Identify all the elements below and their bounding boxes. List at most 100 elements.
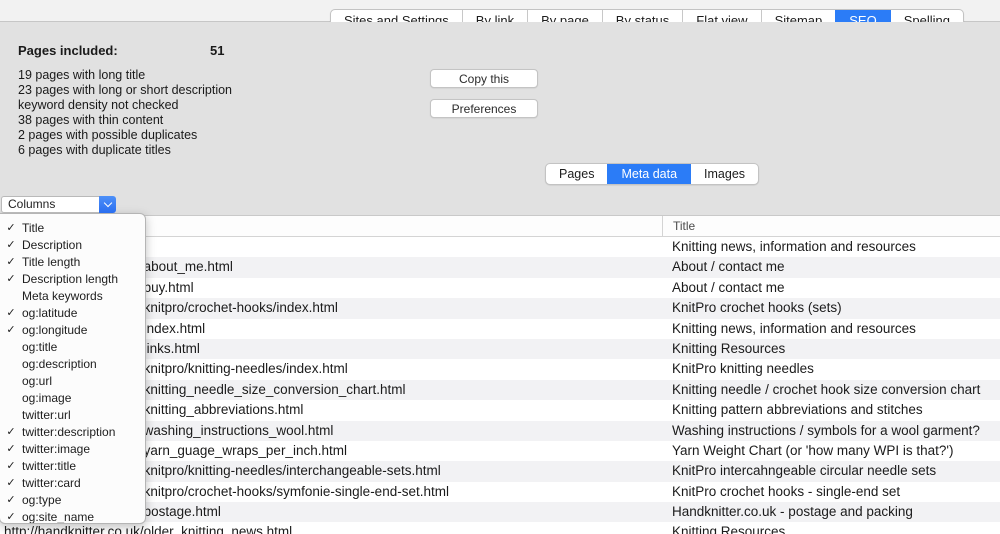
summary-line: 38 pages with thin content [18,113,232,128]
checkmark-icon: ✓ [0,221,22,234]
table-row[interactable]: http://handknitter.co.uk/postage.htmlHan… [0,502,1000,522]
menu-item-og-type[interactable]: ✓og:type [0,491,145,508]
row-title-cell: About / contact me [662,257,1000,277]
menu-item-twitter-url[interactable]: twitter:url [0,406,145,423]
table-row[interactable]: http://handknitter.co.uk/buy.htmlAbout /… [0,278,1000,298]
checkmark-icon: ✓ [0,476,22,489]
menu-item-label: og:latitude [22,306,77,320]
summary-line: 19 pages with long title [18,68,232,83]
menu-item-og-longitude[interactable]: ✓og:longitude [0,321,145,338]
summary-line: 23 pages with long or short description [18,83,232,98]
menu-item-description[interactable]: ✓Description [0,236,145,253]
menu-item-label: Title length [22,255,80,269]
table-row[interactable]: http://handknitter.co.uk/links.htmlKnitt… [0,339,1000,359]
row-title-cell: About / contact me [662,278,1000,298]
row-title-cell: KnitPro crochet hooks - single-end set [662,482,1000,502]
checkmark-icon: ✓ [0,306,22,319]
menu-item-og-site-name[interactable]: ✓og:site_name [0,508,145,524]
row-title-cell: Knitting Resources [662,522,1000,534]
menu-item-label: og:description [22,357,97,371]
checkmark-icon: ✓ [0,255,22,268]
pages-included-count: 51 [210,43,224,58]
seo-summary-panel: Pages included: 51 19 pages with long ti… [0,22,1000,215]
summary-line: 2 pages with possible duplicates [18,128,232,143]
app-window: Sites and SettingsBy linkBy pageBy statu… [0,0,1000,534]
menu-item-label: Title [22,221,44,235]
menu-item-label: Description [22,238,82,252]
columns-button-label: Columns [1,196,99,213]
table-row[interactable]: http://handknitter.co.uk/knitting_abbrev… [0,400,1000,420]
table-row[interactable]: http://handknitter.co.uk/washing_instruc… [0,421,1000,441]
menu-item-label: twitter:description [22,425,115,439]
preferences-button[interactable]: Preferences [430,99,538,118]
menu-item-twitter-image[interactable]: ✓twitter:image [0,440,145,457]
columns-dropdown-button[interactable]: Columns [1,196,116,213]
table-row[interactable]: http://handknitter.co.uk/knitpro/crochet… [0,298,1000,318]
menu-item-label: Meta keywords [22,289,103,303]
menu-item-title[interactable]: ✓Title [0,219,145,236]
row-title-cell: Knitting Resources [662,339,1000,359]
menu-item-og-title[interactable]: og:title [0,338,145,355]
menu-item-og-latitude[interactable]: ✓og:latitude [0,304,145,321]
menu-item-description-length[interactable]: ✓Description length [0,270,145,287]
table-row[interactable]: http://handknitter.co.uk/knitting_needle… [0,380,1000,400]
menu-item-label: og:title [22,340,57,354]
table-header-row: Title [0,215,1000,237]
table-row[interactable]: http://handknitter.co.uk/index.htmlKnitt… [0,319,1000,339]
row-title-cell: Knitting news, information and resources [662,237,1000,257]
chevron-down-icon [99,196,116,213]
row-title-cell: KnitPro intercahngeable circular needle … [662,461,1000,481]
row-title-cell: KnitPro crochet hooks (sets) [662,298,1000,318]
pages-included-label: Pages included: [18,43,118,58]
copy-this-button[interactable]: Copy this [430,69,538,88]
checkmark-icon: ✓ [0,459,22,472]
checkmark-icon: ✓ [0,272,22,285]
meta-data-table: Title http://handknitter.co.ukKnitting n… [0,215,1000,534]
checkmark-icon: ✓ [0,238,22,251]
data-tabs: PagesMeta dataImages [545,163,759,185]
summary-line: keyword density not checked [18,98,232,113]
table-body: http://handknitter.co.ukKnitting news, i… [0,237,1000,534]
row-title-cell: KnitPro knitting needles [662,359,1000,379]
menu-item-label: og:longitude [22,323,87,337]
table-row[interactable]: http://handknitter.co.uk/knitpro/crochet… [0,482,1000,502]
checkmark-icon: ✓ [0,493,22,506]
menu-item-label: twitter:url [22,408,71,422]
summary-line: 6 pages with duplicate titles [18,143,232,158]
table-row[interactable]: http://handknitter.co.uk/knitpro/knittin… [0,359,1000,379]
row-title-cell: Yarn Weight Chart (or 'how many WPI is t… [662,441,1000,461]
columns-menu: ✓Title✓Description✓Title length✓Descript… [0,213,146,524]
menu-item-label: twitter:image [22,442,90,456]
row-title-cell: Knitting needle / crochet hook size conv… [662,380,1000,400]
menu-item-label: twitter:card [22,476,81,490]
menu-item-twitter-title[interactable]: ✓twitter:title [0,457,145,474]
table-row[interactable]: http://handknitter.co.uk/older_knitting_… [0,522,1000,534]
menu-item-twitter-card[interactable]: ✓twitter:card [0,474,145,491]
checkmark-icon: ✓ [0,442,22,455]
menu-item-twitter-description[interactable]: ✓twitter:description [0,423,145,440]
data-tab-meta-data[interactable]: Meta data [607,164,690,184]
checkmark-icon: ✓ [0,510,22,523]
data-tab-images[interactable]: Images [690,164,758,184]
menu-item-title-length[interactable]: ✓Title length [0,253,145,270]
menu-item-label: og:image [22,391,71,405]
row-title-cell: Handknitter.co.uk - postage and packing [662,502,1000,522]
row-title-cell: Knitting news, information and resources [662,319,1000,339]
table-row[interactable]: http://handknitter.co.uk/yarn_guage_wrap… [0,441,1000,461]
menu-item-label: og:site_name [22,510,94,524]
menu-item-label: og:type [22,493,61,507]
data-tab-pages[interactable]: Pages [546,164,607,184]
menu-item-og-image[interactable]: og:image [0,389,145,406]
menu-item-label: Description length [22,272,118,286]
menu-item-label: twitter:title [22,459,76,473]
menu-item-og-url[interactable]: og:url [0,372,145,389]
menu-item-meta-keywords[interactable]: Meta keywords [0,287,145,304]
menu-item-og-description[interactable]: og:description [0,355,145,372]
menu-item-label: og:url [22,374,52,388]
table-row[interactable]: http://handknitter.co.uk/about_me.htmlAb… [0,257,1000,277]
title-column-header[interactable]: Title [662,216,1000,236]
row-title-cell: Knitting pattern abbreviations and stitc… [662,400,1000,420]
row-url-cell: http://handknitter.co.uk/older_knitting_… [0,522,662,534]
table-row[interactable]: http://handknitter.co.uk/knitpro/knittin… [0,461,1000,481]
table-row[interactable]: http://handknitter.co.ukKnitting news, i… [0,237,1000,257]
